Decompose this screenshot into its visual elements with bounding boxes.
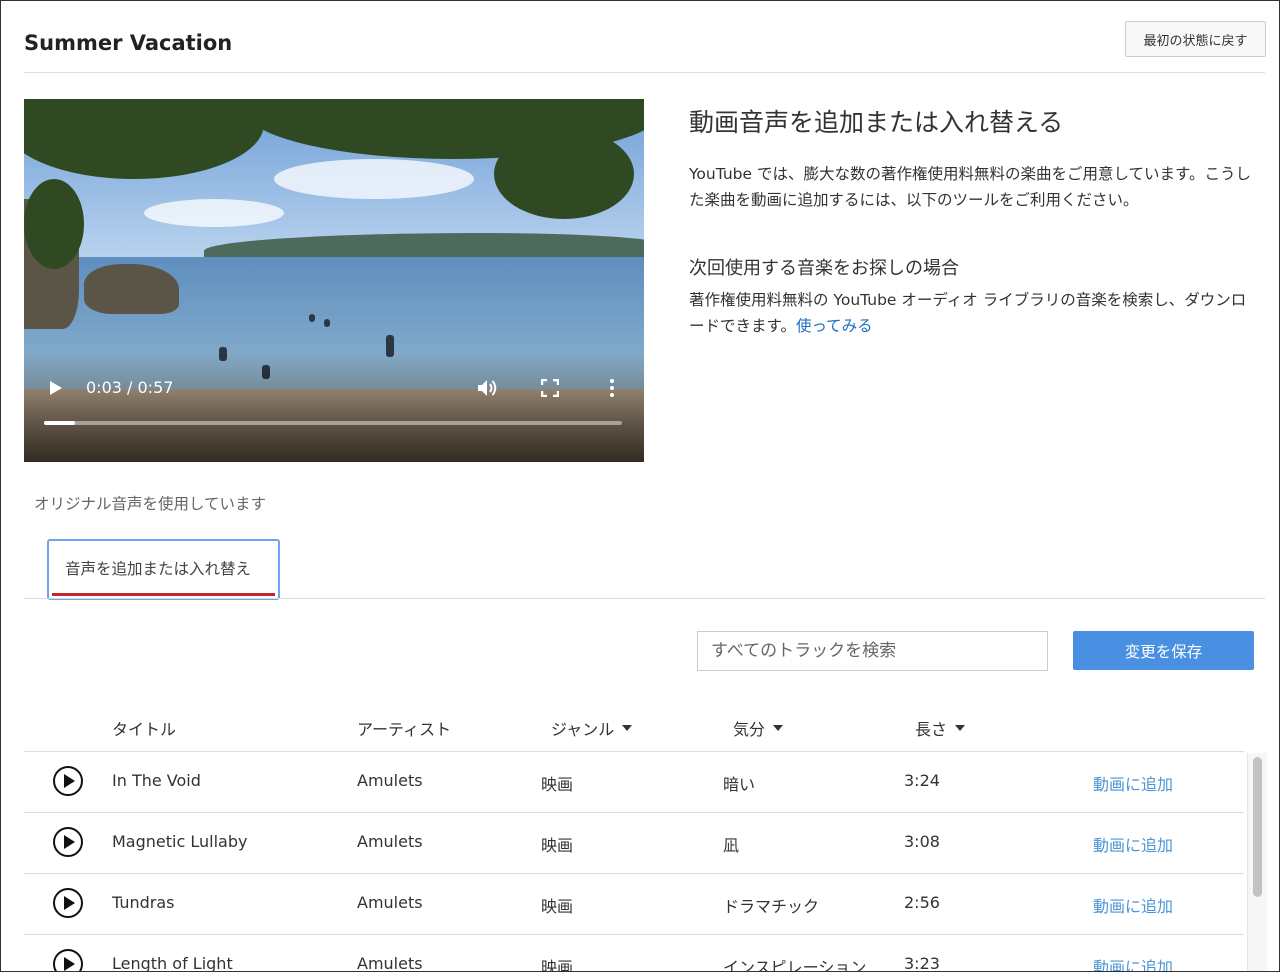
column-header-label: ジャンル: [551, 720, 615, 739]
video-frame-cloud: [274, 159, 474, 199]
track-artist: Amulets: [357, 954, 423, 972]
column-header-label: タイトル: [112, 720, 177, 739]
library-text: 著作権使用料無料の YouTube オーディオ ライブラリの音楽を検索し、ダウン…: [689, 291, 1247, 335]
play-circle-icon[interactable]: [53, 949, 83, 971]
video-frame-person: [309, 314, 315, 322]
video-frame-rock: [84, 264, 179, 314]
video-player[interactable]: 0:03 / 0:57: [24, 99, 644, 462]
section-subtitle: 次回使用する音楽をお探しの場合: [689, 258, 959, 279]
add-to-video-link[interactable]: 動画に追加: [1093, 771, 1173, 795]
column-header-label: 気分: [733, 720, 766, 739]
track-title: Magnetic Lullaby: [112, 832, 248, 851]
divider: [24, 598, 1265, 599]
progress-bar[interactable]: [44, 421, 622, 425]
track-length: 2:56: [904, 893, 940, 912]
track-row: Tundras Amulets 映画 ドラマチック 2:56 動画に追加: [24, 874, 1244, 935]
video-frame-person: [324, 319, 330, 327]
more-options-icon[interactable]: [607, 378, 617, 398]
track-mood: ドラマチック: [723, 897, 820, 916]
track-genre: 映画: [541, 958, 574, 972]
section-title: 動画音声を追加または入れ替える: [689, 108, 1064, 137]
progress-fill: [44, 421, 75, 425]
track-row: Magnetic Lullaby Amulets 映画 凪 3:08 動画に追加: [24, 813, 1244, 874]
section-description: YouTube では、膨大な数の著作権使用料無料の楽曲をご用意しています。こうし…: [689, 165, 1251, 209]
video-frame-foliage: [494, 129, 634, 219]
column-header-artist[interactable]: アーティスト: [357, 716, 451, 740]
column-header-title[interactable]: タイトル: [112, 716, 176, 740]
library-description: 著作権使用料無料の YouTube オーディオ ライブラリの音楽を検索し、ダウン…: [689, 287, 1254, 339]
caret-down-icon: [955, 725, 966, 731]
track-row: In The Void Amulets 映画 暗い 3:24 動画に追加: [24, 752, 1244, 813]
track-search-input[interactable]: [697, 631, 1048, 671]
caret-down-icon: [773, 725, 784, 731]
column-header-length[interactable]: 長さ: [915, 716, 966, 740]
play-circle-icon[interactable]: [53, 766, 83, 796]
add-to-video-link[interactable]: 動画に追加: [1093, 832, 1173, 856]
track-genre: 映画: [541, 775, 574, 794]
page-title: Summer Vacation: [24, 31, 233, 55]
volume-icon[interactable]: [476, 378, 500, 398]
track-mood: 凪: [723, 836, 740, 855]
video-frame-foliage: [24, 179, 84, 269]
try-it-link[interactable]: 使ってみる: [796, 317, 873, 335]
add-to-video-link[interactable]: 動画に追加: [1093, 954, 1173, 971]
track-mood: インスピレーション: [723, 958, 867, 972]
reset-button[interactable]: 最初の状態に戻す: [1125, 21, 1266, 57]
track-list: In The Void Amulets 映画 暗い 3:24 動画に追加 Mag…: [24, 752, 1244, 972]
column-header-genre[interactable]: ジャンル: [551, 716, 633, 740]
track-length: 3:24: [904, 771, 940, 790]
audio-status: オリジナル音声を使用しています: [34, 495, 267, 513]
save-button[interactable]: 変更を保存: [1073, 631, 1254, 670]
add-to-video-link[interactable]: 動画に追加: [1093, 893, 1173, 917]
track-genre: 映画: [541, 897, 574, 916]
tab-label: 音声を追加または入れ替え: [65, 560, 252, 578]
track-length: 3:23: [904, 954, 940, 972]
track-title: Tundras: [112, 893, 175, 912]
play-circle-icon[interactable]: [53, 827, 83, 857]
video-frame-cloud: [144, 199, 284, 227]
fullscreen-icon[interactable]: [540, 378, 560, 398]
track-genre: 映画: [541, 836, 574, 855]
column-header-mood[interactable]: 気分: [733, 716, 784, 740]
track-mood: 暗い: [723, 775, 756, 794]
column-header-label: アーティスト: [357, 720, 452, 739]
track-artist: Amulets: [357, 771, 423, 790]
audio-editor-page: Summer Vacation 最初の状態に戻す 0:03 / 0:57 動画音…: [0, 0, 1280, 972]
track-artist: Amulets: [357, 832, 423, 851]
track-row: Length of Light Amulets 映画 インスピレーション 3:2…: [24, 935, 1244, 972]
scrollbar[interactable]: [1247, 753, 1267, 971]
tab-active-indicator: [52, 593, 275, 596]
play-circle-icon[interactable]: [53, 888, 83, 918]
column-header-label: 長さ: [915, 720, 948, 739]
track-length: 3:08: [904, 832, 940, 851]
track-title: In The Void: [112, 771, 201, 790]
scrollbar-thumb[interactable]: [1253, 757, 1262, 897]
divider: [24, 72, 1265, 73]
track-artist: Amulets: [357, 893, 423, 912]
tab-add-replace-audio[interactable]: 音声を追加または入れ替え: [47, 539, 280, 600]
caret-down-icon: [622, 725, 633, 731]
video-time: 0:03 / 0:57: [86, 378, 174, 397]
video-controls-gradient: [24, 352, 644, 462]
play-icon[interactable]: [48, 378, 64, 398]
track-title: Length of Light: [112, 954, 233, 972]
